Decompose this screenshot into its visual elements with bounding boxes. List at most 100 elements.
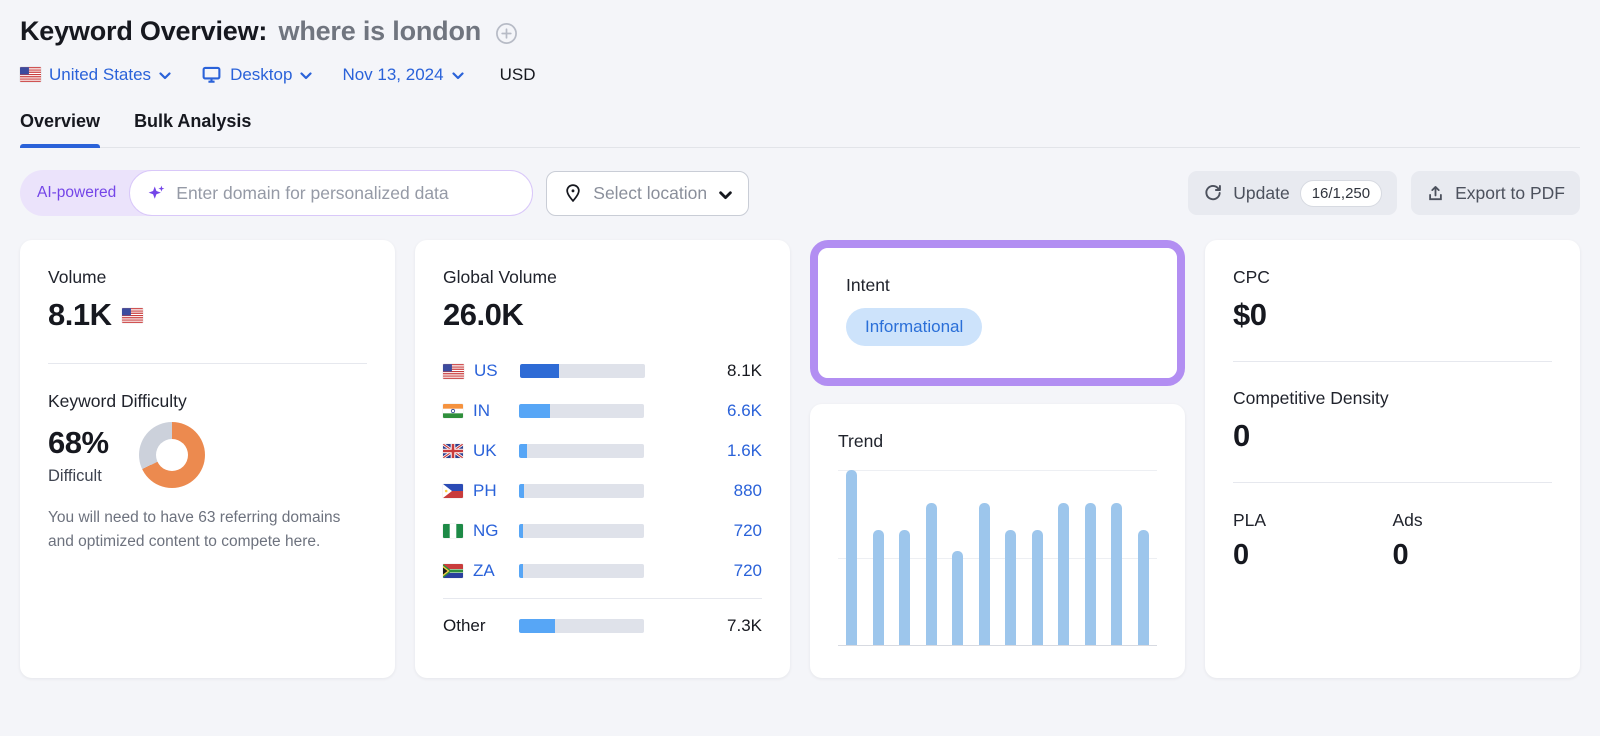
update-quota-badge: 16/1,250	[1300, 180, 1382, 207]
divider	[443, 598, 762, 599]
divider	[1233, 482, 1552, 483]
volume-bar-fill	[519, 444, 527, 458]
other-countries-row: Other 7.3K	[443, 606, 762, 646]
volume-bar	[519, 444, 644, 458]
pla-value: 0	[1233, 539, 1393, 572]
chevron-down-icon	[159, 72, 171, 80]
us-flag-icon	[443, 364, 464, 379]
volume-bar	[520, 364, 645, 378]
device-selector[interactable]: Desktop	[201, 64, 312, 85]
tab-overview[interactable]: Overview	[20, 111, 100, 147]
divider	[48, 363, 367, 364]
country-code-link[interactable]: US	[474, 361, 520, 381]
location-pin-icon	[563, 183, 583, 203]
volume-card: Volume 8.1K Keyword Difficulty 68% Diffi…	[20, 240, 395, 678]
intent-label: Intent	[846, 275, 1149, 296]
database-selector[interactable]: United States	[20, 65, 171, 85]
global-volume-label: Global Volume	[443, 267, 762, 288]
report-parameters: United States Desktop Nov 13, 2024 USD	[20, 64, 1580, 85]
date-selector[interactable]: Nov 13, 2024	[342, 65, 463, 85]
country-code-link[interactable]: ZA	[473, 561, 519, 581]
ai-powered-badge: AI-powered	[37, 184, 129, 202]
volume-value-row: 8.1K	[48, 297, 367, 333]
domain-input-box[interactable]	[129, 170, 533, 216]
trend-bar	[1138, 530, 1149, 646]
uk-flag-icon	[443, 444, 463, 458]
country-volume-value[interactable]: 720	[734, 521, 762, 541]
keyword-difficulty-row: 68% Difficult	[48, 422, 367, 488]
us-flag-icon	[20, 67, 41, 82]
country-volume-value[interactable]: 720	[734, 561, 762, 581]
country-code-link[interactable]: PH	[473, 481, 519, 501]
volume-bar	[519, 564, 644, 578]
keyword-difficulty-note: You will need to have 63 referring domai…	[48, 506, 356, 553]
volume-bar-fill	[519, 404, 550, 418]
trend-bar	[1058, 503, 1069, 645]
country-volume-value[interactable]: 1.6K	[727, 441, 762, 461]
za-flag-icon	[443, 564, 463, 578]
pla-ads-row: PLA 0 Ads 0	[1233, 510, 1552, 572]
country-row[interactable]: IN 6.6K	[443, 391, 762, 431]
desktop-icon	[201, 64, 222, 85]
country-row[interactable]: US 8.1K	[443, 351, 762, 391]
country-code-link[interactable]: IN	[473, 401, 519, 421]
country-row[interactable]: ZA 720	[443, 551, 762, 591]
other-label: Other	[443, 616, 519, 636]
trend-bar	[846, 470, 857, 645]
trend-bar	[899, 530, 910, 646]
cpc-card: CPC $0 Competitive Density 0 PLA 0 Ads 0	[1205, 240, 1580, 678]
volume-bar	[519, 619, 644, 633]
volume-bar-fill	[519, 524, 523, 538]
ads-label: Ads	[1393, 510, 1553, 531]
volume-bar	[519, 524, 644, 538]
in-flag-icon	[443, 404, 463, 418]
update-button[interactable]: Update 16/1,250	[1188, 171, 1397, 215]
intent-badge: Informational	[846, 308, 982, 346]
trend-bar	[979, 503, 990, 645]
cpc-label: CPC	[1233, 267, 1552, 288]
intent-card: Intent Informational	[818, 248, 1177, 378]
update-label: Update	[1233, 183, 1289, 204]
cpc-value: $0	[1233, 297, 1552, 333]
country-row[interactable]: UK 1.6K	[443, 431, 762, 471]
device-label: Desktop	[230, 65, 292, 85]
volume-bar-fill	[519, 484, 524, 498]
report-tabs: Overview Bulk Analysis	[20, 111, 1580, 148]
country-volume-value[interactable]: 880	[734, 481, 762, 501]
keyword-overview-page: Keyword Overview: where is london United…	[0, 0, 1600, 736]
select-location-label: Select location	[593, 183, 707, 204]
divider	[1233, 361, 1552, 362]
country-code-link[interactable]: NG	[473, 521, 519, 541]
country-volume-value: 8.1K	[727, 361, 762, 381]
date-label: Nov 13, 2024	[342, 65, 443, 85]
page-header: Keyword Overview: where is london	[20, 16, 1580, 47]
country-row[interactable]: NG 720	[443, 511, 762, 551]
trend-bar	[926, 503, 937, 645]
select-location-button[interactable]: Select location	[546, 171, 749, 216]
ph-flag-icon	[443, 484, 463, 498]
volume-label: Volume	[48, 267, 367, 288]
export-pdf-button[interactable]: Export to PDF	[1411, 171, 1580, 215]
page-keyword: where is london	[279, 16, 482, 46]
domain-input[interactable]	[176, 183, 516, 204]
ai-powered-container: AI-powered	[20, 170, 533, 216]
country-row[interactable]: PH 880	[443, 471, 762, 511]
trend-bar	[952, 551, 963, 646]
add-keyword-icon[interactable]	[495, 22, 518, 45]
volume-bar	[519, 484, 644, 498]
pla-block: PLA 0	[1233, 510, 1393, 572]
intent-trend-column: Intent Informational Trend	[810, 240, 1185, 678]
intent-highlight-border: Intent Informational	[810, 240, 1185, 386]
volume-bar-fill	[519, 619, 555, 633]
trend-bars	[846, 470, 1149, 645]
trend-label: Trend	[838, 431, 1157, 452]
country-volume-value[interactable]: 6.6K	[727, 401, 762, 421]
page-title: Keyword Overview: where is london	[20, 16, 481, 47]
volume-bar-fill	[520, 364, 559, 378]
currency-label: USD	[500, 65, 536, 85]
tab-bulk-analysis[interactable]: Bulk Analysis	[134, 111, 251, 147]
volume-bar-fill	[519, 564, 523, 578]
ads-value: 0	[1393, 539, 1553, 572]
country-code-link[interactable]: UK	[473, 441, 519, 461]
ads-block: Ads 0	[1393, 510, 1553, 572]
